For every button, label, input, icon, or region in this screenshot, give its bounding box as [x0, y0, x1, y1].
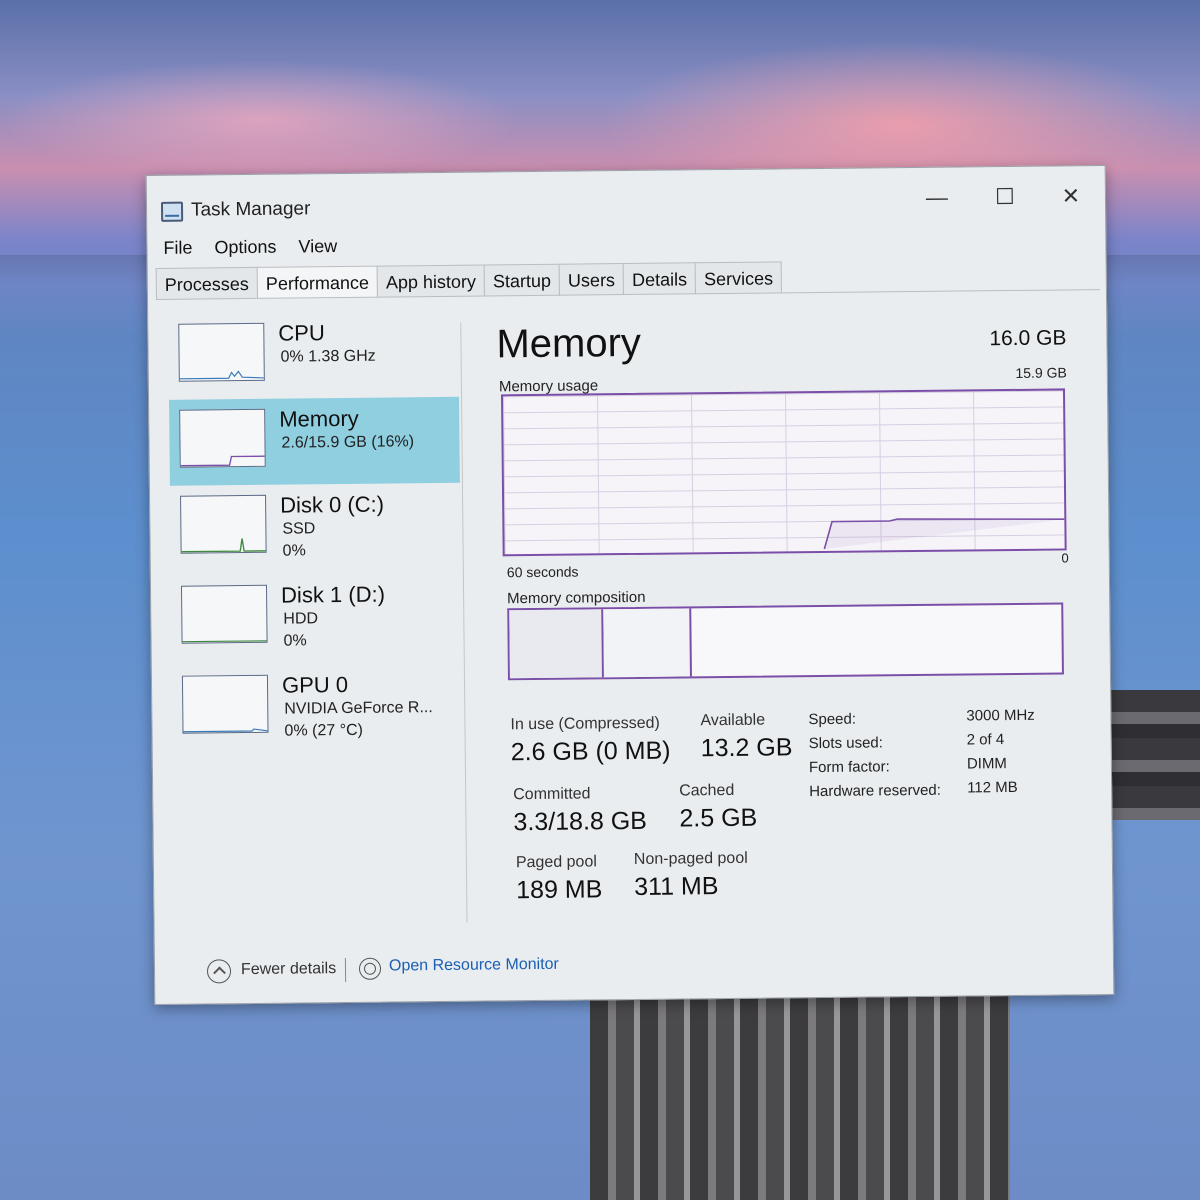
composition-in-use-segment — [509, 609, 604, 679]
resource-item-disk-0[interactable]: Disk 0 (C:) SSD 0% — [170, 483, 461, 572]
tab-details[interactable]: Details — [622, 262, 697, 296]
memory-composition-label: Memory composition — [507, 588, 646, 608]
spec-hardware-reserved-value: 112 MB — [967, 778, 1018, 797]
tab-app-history[interactable]: App history — [376, 264, 486, 298]
task-manager-window: Task Manager — ☐ ✕ File Options View Pro… — [145, 164, 1115, 1006]
memory-usage-graph — [500, 388, 1067, 557]
resource-detail: NVIDIA GeForce R... — [284, 699, 433, 718]
tab-services[interactable]: Services — [694, 261, 783, 295]
menu-view[interactable]: View — [296, 236, 339, 262]
menu-file[interactable]: File — [161, 238, 194, 264]
chevron-up-icon[interactable] — [206, 959, 232, 984]
spec-slots-label: Slots used: — [808, 734, 883, 753]
menu-bar: File Options View — [161, 236, 339, 264]
spec-speed-label: Speed: — [808, 710, 857, 729]
resource-detail: 2.6/15.9 GB (16%) — [281, 433, 415, 452]
cached-label: Cached — [679, 781, 735, 800]
minimize-button[interactable]: — — [909, 177, 965, 218]
non-paged-pool-label: Non-paged pool — [633, 849, 748, 868]
spec-hardware-reserved-label: Hardware reserved: — [809, 781, 941, 801]
disk1-thumbnail-graph — [180, 584, 268, 644]
resource-detail: 0% 1.38 GHz — [280, 347, 376, 366]
in-use-label: In use (Compressed) — [510, 714, 660, 734]
available-label: Available — [700, 711, 766, 730]
resource-usage: 0% — [282, 542, 306, 560]
non-paged-pool-value: 311 MB — [634, 872, 719, 901]
paged-pool-value: 189 MB — [516, 875, 603, 905]
committed-label: Committed — [513, 785, 591, 804]
memory-composition-bar — [507, 602, 1064, 681]
spec-speed-value: 3000 MHz — [966, 706, 1035, 725]
resource-item-disk-1[interactable]: Disk 1 (D:) HDD 0% — [171, 573, 462, 662]
fewer-details-link[interactable]: Fewer details — [241, 960, 336, 979]
resource-detail: SSD — [282, 520, 316, 538]
resource-item-gpu-0[interactable]: GPU 0 NVIDIA GeForce R... 0% (27 °C) — [172, 663, 463, 752]
page-title: Memory — [496, 320, 642, 367]
total-memory: 16.0 GB — [989, 326, 1067, 351]
graph-time-label: 60 seconds — [506, 563, 579, 581]
available-value: 13.2 GB — [700, 733, 793, 763]
gpu-thumbnail-graph — [181, 674, 269, 734]
task-manager-icon — [160, 201, 184, 222]
resource-title: CPU — [278, 320, 325, 346]
maximize-button[interactable]: ☐ — [977, 177, 1033, 218]
in-use-value: 2.6 GB (0 MB) — [510, 736, 671, 767]
resource-usage: 0% (27 °C) — [284, 721, 364, 740]
wallpaper-pier-rail — [1098, 690, 1200, 820]
resource-title: GPU 0 — [281, 671, 349, 698]
footer-divider — [344, 957, 347, 983]
tab-users[interactable]: Users — [558, 263, 625, 296]
spec-form-factor-label: Form factor: — [808, 758, 890, 777]
memory-thumbnail-graph — [179, 408, 266, 468]
committed-value: 3.3/18.8 GB — [513, 806, 648, 837]
tab-startup[interactable]: Startup — [483, 263, 561, 297]
resource-usage: 0% — [283, 632, 307, 650]
memory-usage-max: 15.9 GB — [1015, 364, 1067, 381]
resource-list: CPU 0% 1.38 GHz Memory 2.6/15.9 GB (16%)… — [168, 311, 464, 914]
open-resource-monitor-link[interactable]: Open Resource Monitor — [389, 956, 559, 976]
menu-options[interactable]: Options — [212, 237, 278, 264]
wallpaper-pier — [590, 990, 1010, 1200]
resource-detail: HDD — [283, 610, 319, 628]
resource-title: Memory — [279, 405, 359, 432]
cpu-thumbnail-graph — [178, 322, 265, 382]
spec-form-factor-value: DIMM — [966, 755, 1007, 773]
resource-title: Disk 0 (C:) — [280, 491, 385, 518]
window-title: Task Manager — [190, 198, 311, 221]
close-button[interactable]: ✕ — [1043, 176, 1099, 217]
wallpaper-cloud — [0, 60, 520, 180]
paged-pool-label: Paged pool — [515, 853, 597, 872]
composition-cached-segment — [603, 608, 692, 678]
spec-slots-value: 2 of 4 — [966, 731, 1005, 749]
resource-item-cpu[interactable]: CPU 0% 1.38 GHz — [168, 311, 459, 400]
title-bar[interactable]: Task Manager — ☐ ✕ — [147, 166, 1106, 234]
resource-title: Disk 1 (D:) — [280, 581, 386, 608]
tab-processes[interactable]: Processes — [155, 266, 259, 300]
graph-zero-label: 0 — [1061, 550, 1069, 566]
disk0-thumbnail-graph — [180, 494, 267, 554]
cached-value: 2.5 GB — [679, 803, 758, 833]
resource-monitor-icon[interactable] — [358, 957, 382, 980]
resource-item-memory[interactable]: Memory 2.6/15.9 GB (16%) — [169, 396, 460, 486]
tab-performance[interactable]: Performance — [256, 265, 379, 299]
